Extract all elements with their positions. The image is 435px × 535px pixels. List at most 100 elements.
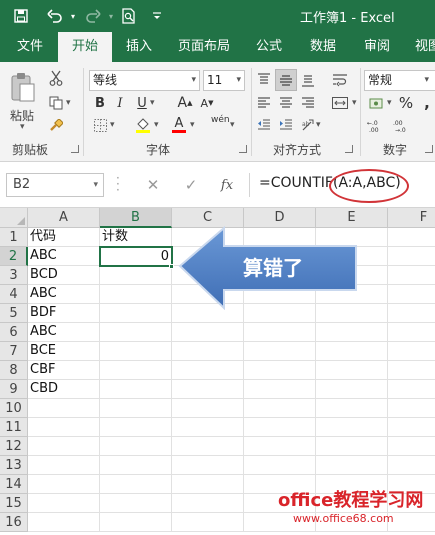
row-header[interactable]: 8 <box>0 361 28 380</box>
cell-a6[interactable]: ABC <box>28 323 100 342</box>
copy-dropdown-icon[interactable]: ▾ <box>66 98 71 108</box>
phonetic-guide-button[interactable]: wén <box>211 115 230 125</box>
grid-cell[interactable] <box>172 475 244 494</box>
number-format-select[interactable]: 常规 ▾ <box>364 70 435 91</box>
borders-icon[interactable] <box>92 117 108 133</box>
grid-cell[interactable] <box>244 380 316 399</box>
grid-cell[interactable] <box>100 494 172 513</box>
grid-cell[interactable] <box>100 266 172 285</box>
tab-data[interactable]: 数据 <box>300 32 346 62</box>
grid-cell[interactable] <box>28 494 100 513</box>
enter-icon[interactable]: ✓ <box>180 175 202 195</box>
grid-cell[interactable] <box>388 304 435 323</box>
alignment-launcher-icon[interactable] <box>345 145 353 153</box>
grid-cell[interactable] <box>172 494 244 513</box>
row-header[interactable]: 10 <box>0 399 28 418</box>
grid-cell[interactable] <box>388 323 435 342</box>
grid-cell[interactable] <box>244 361 316 380</box>
row-header[interactable]: 11 <box>0 418 28 437</box>
name-box[interactable]: B2 ▾ <box>6 173 104 197</box>
grid-cell[interactable] <box>172 342 244 361</box>
tab-review[interactable]: 审阅 <box>354 32 400 62</box>
grid-cell[interactable] <box>100 342 172 361</box>
grow-font-button[interactable]: A ▲ <box>176 94 194 112</box>
grid-cell[interactable] <box>100 285 172 304</box>
grid-cell[interactable] <box>388 380 435 399</box>
grid-cell[interactable] <box>388 285 435 304</box>
align-left-icon[interactable] <box>254 93 274 113</box>
grid-cell[interactable] <box>316 399 388 418</box>
grid-cell[interactable] <box>244 399 316 418</box>
italic-button[interactable]: I <box>112 94 128 112</box>
column-header-f[interactable]: F <box>388 208 435 228</box>
phonetic-dropdown-icon[interactable]: ▾ <box>230 120 235 130</box>
grid-cell[interactable] <box>388 228 435 247</box>
cell-b1[interactable]: 计数 <box>100 228 172 247</box>
orientation-dropdown-icon[interactable]: ▾ <box>316 120 321 130</box>
grid-cell[interactable] <box>172 361 244 380</box>
print-preview-icon[interactable] <box>118 5 140 27</box>
column-header-c[interactable]: C <box>172 208 244 228</box>
shrink-font-button[interactable]: A ▼ <box>198 94 216 112</box>
cell-a2[interactable]: ABC <box>28 247 100 266</box>
fill-handle[interactable] <box>169 264 174 269</box>
select-all-button[interactable] <box>0 208 28 228</box>
font-size-select[interactable]: 11 ▾ <box>203 70 245 91</box>
grid-cell[interactable] <box>172 380 244 399</box>
grid-cell[interactable] <box>316 456 388 475</box>
increase-decimal-icon[interactable]: ←.0.00 <box>366 117 390 135</box>
grid-cell[interactable] <box>388 399 435 418</box>
orientation-icon[interactable]: ab <box>298 115 318 135</box>
grid-cell[interactable] <box>316 418 388 437</box>
row-header[interactable]: 12 <box>0 437 28 456</box>
grid-cell[interactable] <box>172 513 244 532</box>
formula-bar-grip-icon[interactable]: · · · <box>116 172 122 196</box>
paste-icon[interactable] <box>8 70 38 106</box>
undo-dropdown-icon[interactable]: ▾ <box>62 5 84 27</box>
grid-cell[interactable] <box>388 418 435 437</box>
grid-cell[interactable] <box>316 361 388 380</box>
tab-file[interactable]: 文件 <box>8 32 52 62</box>
grid-cell[interactable] <box>28 418 100 437</box>
grid-cell[interactable] <box>100 380 172 399</box>
grid-cell[interactable] <box>172 418 244 437</box>
format-painter-icon[interactable] <box>46 116 66 136</box>
grid-cell[interactable] <box>388 456 435 475</box>
font-name-select[interactable]: 等线 ▾ <box>89 70 200 91</box>
align-right-icon[interactable] <box>298 93 318 113</box>
align-center-icon[interactable] <box>276 93 296 113</box>
tab-page-layout[interactable]: 页面布局 <box>170 32 238 62</box>
grid-cell[interactable] <box>244 437 316 456</box>
fill-color-icon[interactable] <box>134 115 152 135</box>
cell-a4[interactable]: ABC <box>28 285 100 304</box>
grid-cell[interactable] <box>244 418 316 437</box>
grid-cell[interactable] <box>100 399 172 418</box>
grid-cell[interactable] <box>172 437 244 456</box>
top-align-icon[interactable] <box>254 69 274 91</box>
copy-icon[interactable] <box>46 93 66 113</box>
row-header[interactable]: 9 <box>0 380 28 399</box>
grid-cell[interactable] <box>100 304 172 323</box>
accounting-format-icon[interactable] <box>366 94 388 114</box>
cell-a7[interactable]: BCE <box>28 342 100 361</box>
cancel-icon[interactable]: ✕ <box>142 175 164 195</box>
merge-dropdown-icon[interactable]: ▾ <box>352 98 357 108</box>
column-header-b[interactable]: B <box>100 208 172 228</box>
column-header-a[interactable]: A <box>28 208 100 228</box>
cell-a5[interactable]: BDF <box>28 304 100 323</box>
grid-cell[interactable] <box>388 513 435 532</box>
grid-cell[interactable] <box>388 437 435 456</box>
cell-b2-selected[interactable]: 0 <box>99 246 173 267</box>
row-header[interactable]: 7 <box>0 342 28 361</box>
font-color-button[interactable]: A <box>170 115 188 135</box>
number-launcher-icon[interactable] <box>425 145 433 153</box>
grid-cell[interactable] <box>100 475 172 494</box>
tab-insert[interactable]: 插入 <box>116 32 162 62</box>
accounting-dropdown-icon[interactable]: ▾ <box>387 98 392 108</box>
grid-cell[interactable] <box>28 456 100 475</box>
tab-view[interactable]: 视图 <box>408 32 435 62</box>
grid-cell[interactable] <box>100 361 172 380</box>
decrease-decimal-icon[interactable]: .00 →.0 <box>392 117 416 135</box>
cell-a3[interactable]: BCD <box>28 266 100 285</box>
grid-cell[interactable] <box>388 266 435 285</box>
